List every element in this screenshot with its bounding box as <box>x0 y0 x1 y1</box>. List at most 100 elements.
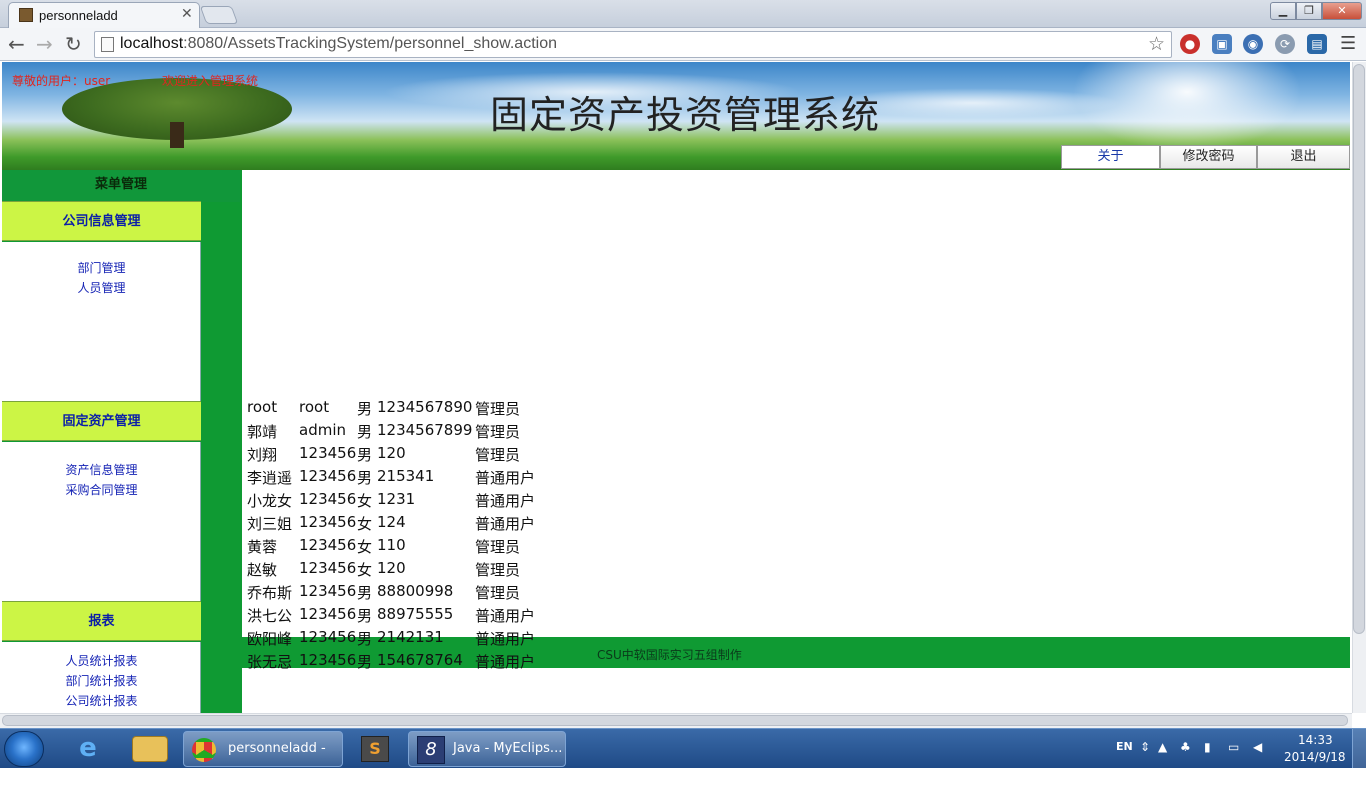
internet-explorer-icon[interactable]: e <box>70 732 106 764</box>
ime-icon[interactable]: ⇕ <box>1140 740 1150 754</box>
link-personnel-report[interactable]: 人员统计报表 <box>2 652 201 669</box>
person-password: 123456 <box>299 628 357 646</box>
extension-icon[interactable]: ▣ <box>1212 34 1232 54</box>
extension-icon[interactable]: ◉ <box>1243 34 1263 54</box>
section-fixed-assets[interactable]: 固定资产管理 <box>2 401 201 441</box>
extension-icon[interactable]: ▤ <box>1307 34 1327 54</box>
link-company-report[interactable]: 公司统计报表 <box>2 692 201 709</box>
input-language-indicator[interactable]: EN <box>1116 740 1133 753</box>
url-text[interactable]: localhost:8080/AssetsTrackingSystem/pers… <box>120 35 557 53</box>
network-icon[interactable]: ▭ <box>1228 740 1239 754</box>
window-minimize-button[interactable]: ▁ <box>1270 2 1296 20</box>
browser-menu-icon[interactable]: ☰ <box>1340 33 1356 54</box>
person-name: 赵敏 <box>247 561 278 579</box>
person-name: 刘翔 <box>247 446 278 464</box>
tab-title: personneladd <box>39 8 118 23</box>
person-phone: 2142131 <box>377 628 444 646</box>
taskbar-sublime-window[interactable]: S <box>350 731 400 767</box>
person-name: 张无忌 <box>247 653 293 671</box>
person-role: 普通用户 <box>475 653 536 671</box>
person-name: 洪七公 <box>247 607 293 625</box>
welcome-text: 欢迎进入管理系统 <box>162 74 259 88</box>
person-name: 黄蓉 <box>247 538 278 556</box>
link-purchase-contract-management[interactable]: 采购合同管理 <box>2 481 201 498</box>
person-phone: 154678764 <box>377 651 463 669</box>
tray-device-icon[interactable]: ▮ <box>1204 740 1211 754</box>
page-icon <box>101 37 114 52</box>
link-department-management[interactable]: 部门管理 <box>2 259 201 276</box>
person-gender: 男 <box>357 423 373 441</box>
link-personnel-management[interactable]: 人员管理 <box>2 279 201 296</box>
forward-arrow-icon[interactable]: → <box>36 33 53 55</box>
header-banner: 尊敬的用户：user 欢迎进入管理系统 固定资产投资管理系统 关于 修改密码 退… <box>2 62 1350 170</box>
taskbar-chrome-window[interactable]: personneladd - ... <box>183 731 343 790</box>
person-password: admin <box>299 421 346 439</box>
section-reports-body: 人员统计报表 部门统计报表 公司统计报表 <box>2 642 201 713</box>
new-tab-button[interactable] <box>199 6 239 24</box>
person-name: 欧阳峰 <box>247 630 293 648</box>
clock-time[interactable]: 14:33 <box>1298 733 1333 747</box>
show-desktop-button[interactable] <box>1352 729 1366 768</box>
show-hidden-icons-icon[interactable]: ▲ <box>1158 740 1167 754</box>
bookmark-star-icon[interactable]: ☆ <box>1148 33 1165 55</box>
person-gender: 男 <box>357 653 373 671</box>
person-gender: 男 <box>357 607 373 625</box>
logout-button[interactable]: 退出 <box>1257 145 1350 169</box>
browser-tab[interactable]: personneladd ✕ <box>8 2 200 28</box>
url-host: localhost <box>120 35 184 52</box>
horizontal-scroll-thumb[interactable] <box>2 715 1348 726</box>
person-password: 123456 <box>299 467 357 485</box>
person-password: 123456 <box>299 513 357 531</box>
tab-close-icon[interactable]: ✕ <box>181 6 193 22</box>
person-gender: 女 <box>357 515 373 533</box>
clock-date[interactable]: 2014/9/18 <box>1284 750 1346 764</box>
browser-toolbar: ← → ↻ localhost:8080/AssetsTrackingSyste… <box>0 28 1366 61</box>
person-role: 普通用户 <box>475 469 536 487</box>
myeclipse-icon: 8 <box>417 736 445 764</box>
start-button[interactable] <box>4 731 44 767</box>
window-restore-button[interactable]: ❐ <box>1296 2 1322 20</box>
person-phone: 88800998 <box>377 582 454 600</box>
footer-text: CSU中软国际实习五组制作 <box>597 648 742 662</box>
vertical-scroll-thumb[interactable] <box>1353 64 1365 634</box>
section-reports[interactable]: 报表 <box>2 601 201 641</box>
person-gender: 男 <box>357 400 373 418</box>
adblock-extension-icon[interactable]: ● <box>1180 34 1200 54</box>
person-role: 管理员 <box>475 538 521 556</box>
favicon-icon <box>19 8 33 22</box>
person-phone: 1234567899 <box>377 421 473 439</box>
window-close-button[interactable]: ✕ <box>1322 2 1362 20</box>
sync-extension-icon[interactable]: ⟳ <box>1275 34 1295 54</box>
volume-icon[interactable]: ◀ <box>1253 740 1262 754</box>
tray-app-icon[interactable]: ♣ <box>1180 740 1191 754</box>
person-name: 乔布斯 <box>247 584 293 602</box>
reload-icon[interactable]: ↻ <box>65 33 82 55</box>
person-password: 123456 <box>299 444 357 462</box>
person-gender: 男 <box>357 630 373 648</box>
person-role: 管理员 <box>475 400 521 418</box>
person-password: 123456 <box>299 582 357 600</box>
person-gender: 男 <box>357 584 373 602</box>
person-gender: 女 <box>357 538 373 556</box>
person-role: 普通用户 <box>475 515 536 533</box>
about-button[interactable]: 关于 <box>1061 145 1160 169</box>
link-asset-info-management[interactable]: 资产信息管理 <box>2 461 201 478</box>
person-password: 123456 <box>299 651 357 669</box>
person-phone: 1231 <box>377 490 416 508</box>
back-arrow-icon[interactable]: ← <box>8 33 25 55</box>
taskbar-chrome-label: personneladd - ... <box>228 741 326 790</box>
taskbar-myeclipse-window[interactable]: 8 Java - MyEclips... <box>408 731 566 767</box>
person-role: 管理员 <box>475 423 521 441</box>
file-explorer-icon[interactable] <box>132 736 168 762</box>
address-bar[interactable]: localhost:8080/AssetsTrackingSystem/pers… <box>94 31 1172 58</box>
chrome-icon <box>192 738 216 762</box>
link-department-report[interactable]: 部门统计报表 <box>2 672 201 689</box>
system-title: 固定资产投资管理系统 <box>490 93 881 137</box>
section-company-info[interactable]: 公司信息管理 <box>2 201 201 241</box>
footer-bar <box>202 637 1350 668</box>
section-company-info-body: 部门管理 人员管理 <box>2 242 201 401</box>
sublime-text-icon: S <box>361 736 389 762</box>
person-password: 123456 <box>299 605 357 623</box>
change-password-button[interactable]: 修改密码 <box>1160 145 1257 169</box>
person-gender: 女 <box>357 561 373 579</box>
